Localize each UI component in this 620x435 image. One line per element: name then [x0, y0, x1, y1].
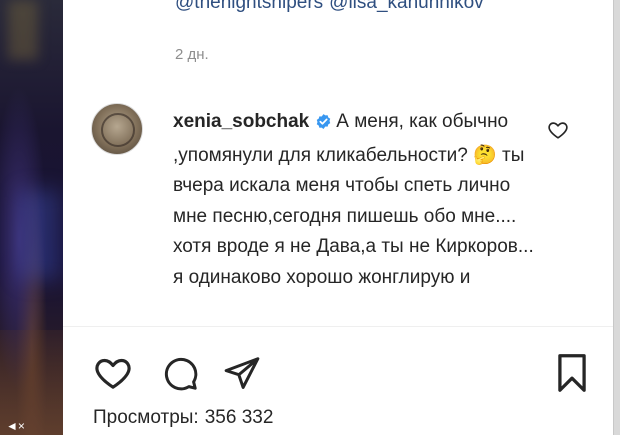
comment-body: xenia_sobchak А меня, как обычно ,упомяну… [173, 107, 543, 293]
caption-timestamp: 2 дн. [175, 46, 209, 63]
mention-link[interactable]: @thenightsnipers [175, 0, 323, 13]
comment-icon[interactable] [161, 354, 199, 392]
mention-link[interactable]: @lisa_kanunnikov [329, 0, 484, 13]
bookmark-icon[interactable] [553, 352, 591, 394]
verified-badge-icon [315, 110, 332, 141]
caption-mentions: @thenightsnipers @lisa_kanunnikov [175, 0, 484, 14]
avatar-image [101, 113, 135, 147]
post-panel: @thenightsnipers @lisa_kanunnikov 2 дн. x… [63, 0, 613, 435]
comment-fade [173, 305, 573, 327]
share-icon[interactable] [223, 354, 261, 392]
window-edge [613, 0, 620, 435]
video-thumbnail[interactable]: ◄× [0, 0, 63, 435]
stage-light [8, 0, 38, 60]
divider [63, 326, 613, 327]
comment-username[interactable]: xenia_sobchak [173, 111, 309, 132]
views-label: Просмотры: [93, 407, 199, 428]
avatar[interactable] [91, 103, 143, 155]
stage-light [20, 190, 60, 280]
heart-icon[interactable] [93, 353, 133, 393]
comment-like-heart-icon[interactable] [547, 119, 569, 141]
comment-text: А меня, как обычно ,упомянули для кликаб… [173, 111, 534, 288]
mute-icon[interactable]: ◄× [6, 419, 25, 433]
views-counter: Просмотры: 356 332 [93, 407, 273, 429]
views-count: 356 332 [204, 407, 274, 428]
